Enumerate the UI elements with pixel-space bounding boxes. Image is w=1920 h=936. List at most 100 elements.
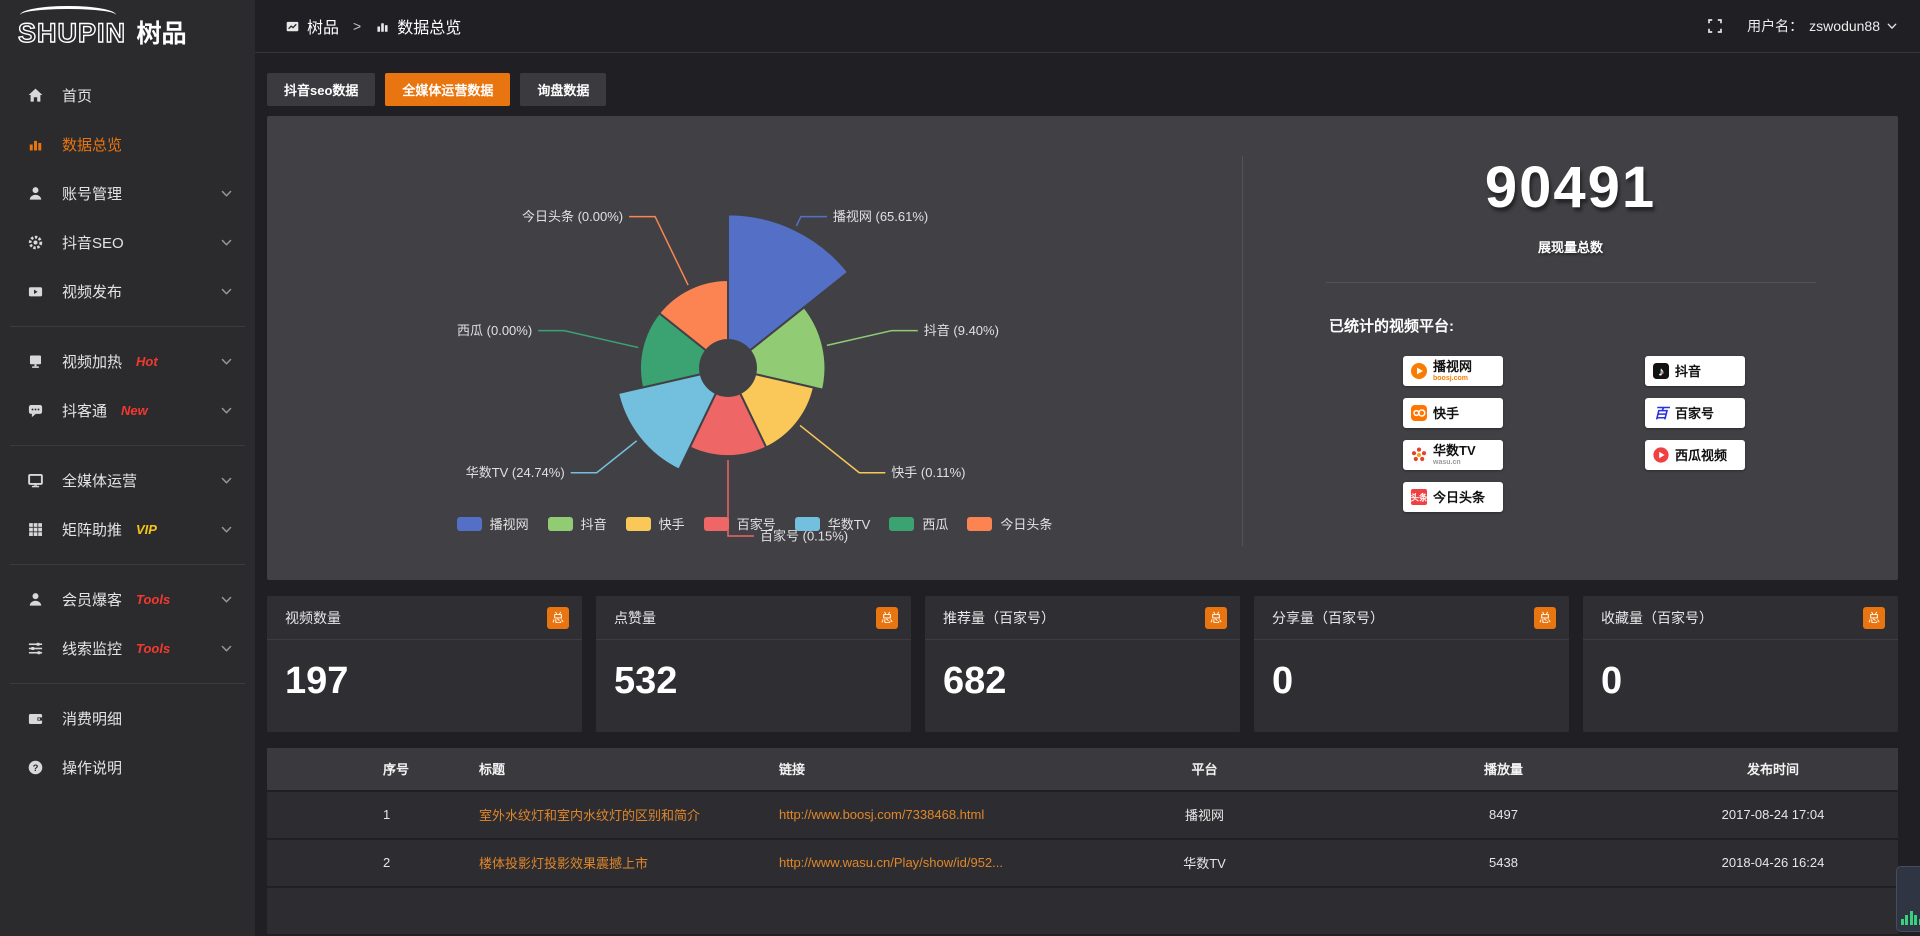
videos-table: 序号标题链接平台播放量发布时间1室外水纹灯和室内水纹灯的区别和简介http://… [267,748,1898,936]
sidebar-item-label: 视频加热 [62,351,122,372]
stat-card-header: 收藏量（百家号）总 [1583,596,1898,640]
home-icon [27,87,45,105]
legend-item-5[interactable]: 西瓜 [889,514,948,533]
brand-logo[interactable]: SHUPIN 树品 [0,0,255,57]
sidebar-nav: 首页数据总览账号管理抖音SEO 视频发布视频加热Hot抖客通New 全媒体运营矩阵助… [0,71,255,792]
row-url-link[interactable]: http://www.boosj.com/7338468.html [763,807,1050,822]
sidebar-item-tag: New [121,403,148,418]
bar-chart-icon [27,136,45,154]
sidebar-item-2[interactable]: 账号管理 [0,169,255,218]
kuaishou-icon [1410,404,1428,422]
floating-widget[interactable] [1896,866,1920,932]
platforms-label: 已统计的视频平台: [1329,315,1898,336]
sidebar-divider [10,564,245,565]
sidebar-item-12[interactable]: ? 操作说明 [0,743,255,792]
row-checkbox-cell [267,855,367,870]
platform-badges: 播视网boosj.com快手华数TVwasu.cn头条今日头条♪♪♪抖音百百家号… [1403,356,1898,512]
svg-text:?: ? [33,762,39,773]
legend-label: 今日头条 [1000,514,1052,533]
summary-divider [1326,282,1816,283]
row-url-link[interactable]: http://www.wasu.cn/Play/show/id/952... [763,855,1050,870]
total-badge[interactable]: 总 [1534,607,1556,629]
legend-swatch [704,517,729,531]
pie-label: 播视网 (65.61%) [833,210,928,225]
stat-cards-row: 视频数量总197点赞量总532推荐量（百家号）总682分享量（百家号）总0收藏量… [267,596,1898,732]
column-header: 平台 [1050,759,1359,778]
legend-item-2[interactable]: 快手 [626,514,685,533]
row-title-link[interactable]: 室外水纹灯和室内水纹灯的区别和简介 [463,805,763,824]
app-root: SHUPIN 树品 首页数据总览账号管理抖音SEO视频发布视频加热Hot抖客通N… [0,0,1920,936]
row-time: 2018-04-26 16:24 [1648,855,1898,870]
legend-item-1[interactable]: 抖音 [548,514,607,533]
total-badge[interactable]: 总 [1863,607,1885,629]
header-checkbox-cell [267,761,367,776]
platform-badge-华数TV: 华数TVwasu.cn [1403,440,1503,470]
sidebar-item-0[interactable]: 首页 [0,71,255,120]
pie-label-line [571,441,637,473]
sidebar-item-7[interactable]: 全媒体运营 [0,456,255,505]
chevron-down-icon [1886,20,1898,32]
legend-item-6[interactable]: 今日头条 [967,514,1052,533]
grid-icon [27,521,45,539]
svg-text:头条: 头条 [1410,493,1428,503]
platform-badge-抖音: ♪♪♪抖音 [1645,356,1745,386]
legend-label: 播视网 [490,514,529,533]
legend-swatch [795,517,820,531]
sidebar-item-label: 全媒体运营 [62,470,137,491]
row-title-link[interactable]: 楼体投影灯投影效果震撼上市 [463,853,763,872]
gear-icon [27,234,45,252]
legend-item-4[interactable]: 华数TV [795,514,871,533]
sidebar-item-8[interactable]: 矩阵助推VIP [0,505,255,554]
sidebar-item-11[interactable]: 消费明细 [0,694,255,743]
stat-card-0: 视频数量总197 [267,596,582,732]
pie-label: 快手 (0.11%) [891,466,965,481]
legend-item-3[interactable]: 百家号 [704,514,776,533]
summary-panel: 90491 展现量总数 已统计的视频平台: 播视网boosj.com快手华数TV… [1243,116,1898,580]
sidebar-item-4[interactable]: 视频发布 [0,267,255,316]
column-header: 标题 [463,759,763,778]
sidebar-item-1[interactable]: 数据总览 [0,120,255,169]
tab-0[interactable]: 抖音seo数据 [267,73,375,106]
breadcrumb-label: 树品 [307,14,339,38]
sidebar-item-label: 视频发布 [62,281,122,302]
sidebar-item-label: 操作说明 [62,757,122,778]
sidebar-item-label: 账号管理 [62,183,122,204]
legend-swatch [626,517,651,531]
tab-1[interactable]: 全媒体运营数据 [385,73,510,106]
video-icon [27,283,45,301]
platform-name: 播视网 [1433,360,1472,373]
stat-card-value: 197 [267,640,582,703]
chevron-down-icon [220,187,233,200]
sidebar-item-3[interactable]: 抖音SEO [0,218,255,267]
pie-slice-华数TV[interactable] [618,375,716,470]
sidebar-item-5[interactable]: 视频加热Hot [0,337,255,386]
sidebar-item-label: 首页 [62,85,92,106]
breadcrumb-item-1[interactable]: 数据总览 [375,14,461,38]
username-value: zswodun88 [1809,18,1880,34]
wasu-icon [1410,446,1428,464]
pie-label: 华数TV (24.74%) [466,466,565,481]
sidebar-item-tag: Tools [136,641,170,656]
legend-item-0[interactable]: 播视网 [457,514,529,533]
platform-badge-快手: 快手 [1403,398,1503,428]
legend-swatch [889,517,914,531]
table-row-2 [267,888,1898,934]
user-menu[interactable]: 用户名：zswodun88 [1747,16,1898,36]
sidebar-item-10[interactable]: 线索监控Tools [0,624,255,673]
sidebar-item-6[interactable]: 抖客通New [0,386,255,435]
legend-swatch [548,517,573,531]
green-bars-icon [1901,911,1920,925]
tab-2[interactable]: 询盘数据 [520,73,606,106]
sidebar-item-9[interactable]: 会员爆客Tools [0,575,255,624]
platform-name: 西瓜视频 [1675,449,1727,462]
pie-label: 西瓜 (0.00%) [457,324,532,339]
table-header-row: 序号标题链接平台播放量发布时间 [267,748,1898,790]
sidebar-item-label: 数据总览 [62,134,122,155]
chevron-down-icon [220,285,233,298]
fullscreen-icon[interactable] [1707,18,1723,34]
breadcrumb-item-0[interactable]: 树品 [285,14,339,38]
column-header: 发布时间 [1648,759,1898,778]
chevron-down-icon [220,355,233,368]
stat-card-header: 分享量（百家号）总 [1254,596,1569,640]
breadcrumb-label: 数据总览 [397,14,461,38]
